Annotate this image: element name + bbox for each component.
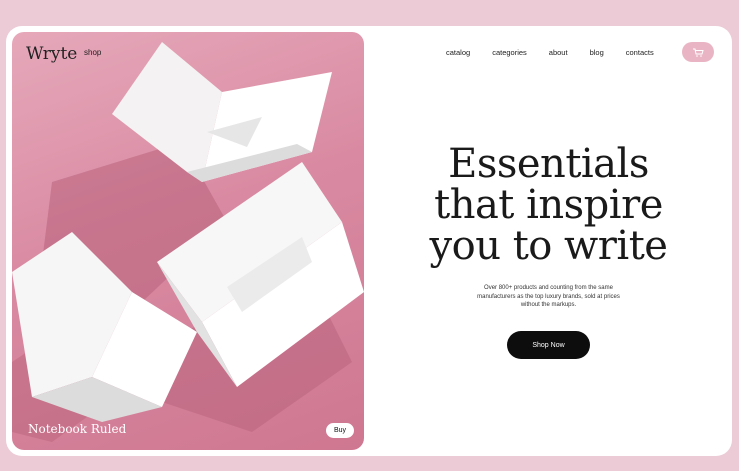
nav-catalog[interactable]: catalog [446, 48, 470, 57]
nav-blog[interactable]: blog [590, 48, 604, 57]
headline-line: that inspire [434, 182, 663, 228]
headline-line: Essentials [448, 141, 649, 187]
page-frame: Wryte shop Notebook Ruled Buy catalog ca… [6, 26, 732, 456]
subtext-line: Over 800+ products and counting from the… [484, 285, 613, 291]
buy-button[interactable]: Buy [325, 423, 354, 438]
cart-icon [692, 48, 704, 57]
main-nav: catalog categories about blog contacts [446, 48, 654, 57]
hero-subtext: Over 800+ products and counting from the… [466, 284, 631, 310]
nav-contacts[interactable]: contacts [626, 48, 654, 57]
hero-image: Wryte shop Notebook Ruled Buy [12, 32, 364, 450]
shop-link[interactable]: shop [84, 48, 101, 57]
subtext-line: manufacturers as the top luxury brands, … [477, 293, 620, 300]
nav-categories[interactable]: categories [492, 48, 527, 57]
brand-logo[interactable]: Wryte [26, 44, 77, 64]
product-name: Notebook Ruled [28, 422, 127, 436]
hero-headline: Essentials that inspire you to write [406, 144, 691, 267]
nav-about[interactable]: about [549, 48, 568, 57]
cart-button[interactable] [682, 42, 714, 62]
shop-now-button[interactable]: Shop Now [507, 331, 590, 359]
headline-line: you to write [429, 223, 668, 269]
subtext-line: without the markups. [520, 302, 577, 308]
flying-notebooks-illustration [12, 42, 364, 442]
